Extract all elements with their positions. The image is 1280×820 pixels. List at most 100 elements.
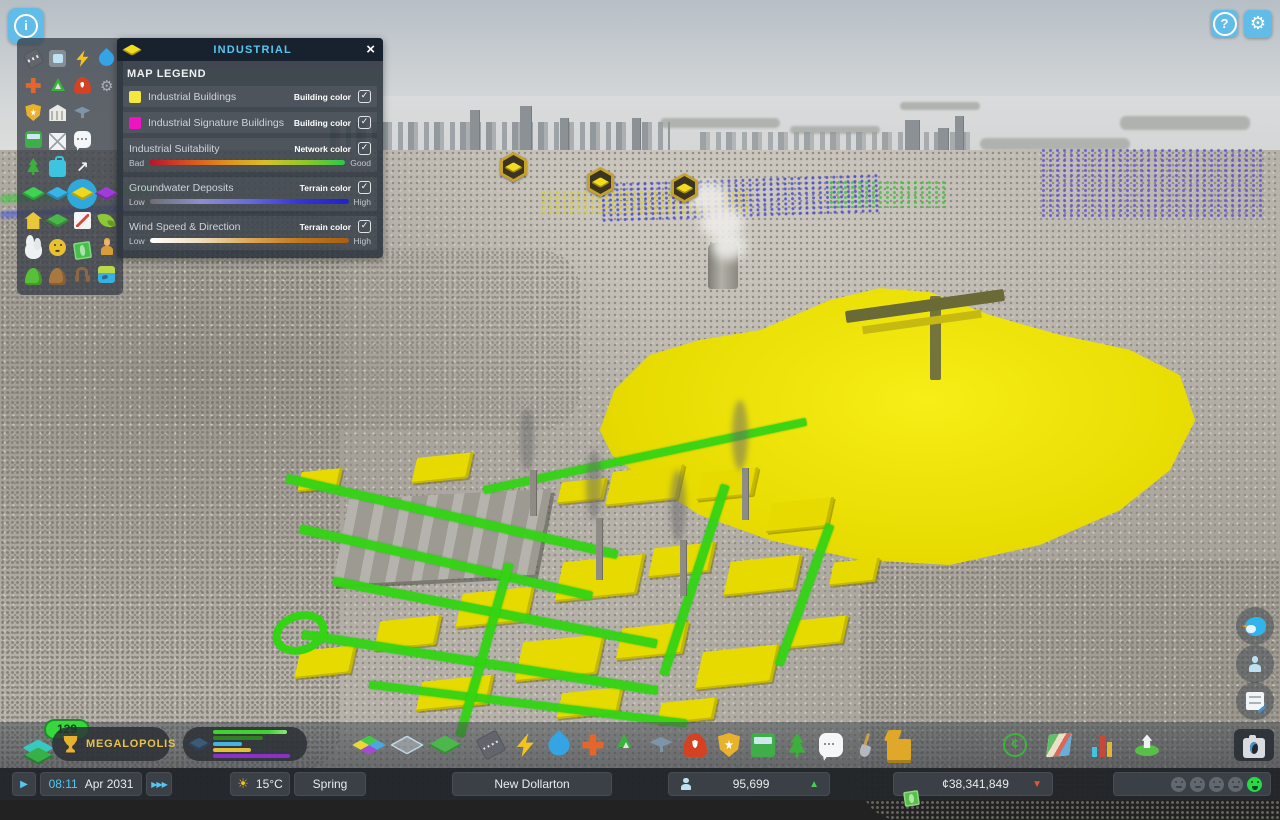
infoview-water[interactable]: [95, 47, 119, 71]
infoview-communications[interactable]: [70, 128, 94, 152]
toolbar-transportation[interactable]: [746, 725, 780, 765]
infoview-routes[interactable]: ↗: [70, 155, 94, 179]
infoview-ore-map[interactable]: [95, 182, 119, 206]
infoview-tourism[interactable]: [46, 155, 70, 179]
medical-cross-icon: [25, 77, 42, 94]
toolbar-landscaping[interactable]: [848, 725, 882, 765]
city-name-display[interactable]: New Dollarton: [452, 772, 612, 796]
infoview-transportation[interactable]: [21, 128, 45, 152]
road-icon: [476, 730, 507, 761]
zoning-group: [352, 722, 462, 768]
citizen-info-button[interactable]: [1236, 645, 1274, 683]
checkbox[interactable]: ✓: [358, 220, 371, 233]
toolbar-map-tiles[interactable]: [1042, 725, 1076, 765]
speed-button[interactable]: ▶▶▶: [146, 772, 172, 796]
infoview-economy[interactable]: [70, 209, 94, 233]
infoview-water-map[interactable]: [46, 182, 70, 206]
play-button[interactable]: ▶: [12, 772, 36, 796]
checkbox[interactable]: ✓: [358, 181, 371, 194]
infoview-happiness[interactable]: [46, 236, 70, 260]
infoview-education[interactable]: [70, 101, 94, 125]
infoview-industrial-map[interactable]: [70, 182, 94, 206]
industrial-area-marker-3[interactable]: [671, 173, 698, 203]
infoview-pollution[interactable]: [21, 236, 45, 260]
bulldozer-icon: [887, 739, 911, 763]
money-display[interactable]: ¢38,341,849 ▼: [893, 772, 1053, 796]
toolbar-roads[interactable]: [474, 725, 508, 765]
suitability-gradient: [149, 160, 345, 165]
island: [1120, 116, 1250, 130]
infoview-finances[interactable]: [70, 236, 94, 260]
toolbar-water[interactable]: [542, 725, 576, 765]
toolbar-education[interactable]: [644, 725, 678, 765]
infoview-soil[interactable]: [46, 263, 70, 287]
time-date-display[interactable]: 08:11 Apr 2031: [40, 772, 142, 796]
infoview-vegetation-map[interactable]: [21, 182, 45, 206]
chirper-button[interactable]: [1236, 607, 1274, 645]
temperature-display[interactable]: ☀ 15°C: [230, 772, 290, 796]
infoview-healthcare[interactable]: [21, 74, 45, 98]
demand-bar-industrial: [213, 748, 251, 752]
toolbar-districts[interactable]: [428, 725, 462, 765]
infoview-noise[interactable]: [70, 263, 94, 287]
legend-header[interactable]: INDUSTRIAL ×: [117, 38, 383, 61]
infoview-electricity[interactable]: [70, 47, 94, 71]
transit-screen-icon: [49, 50, 66, 67]
map-layer-icon: [46, 187, 70, 200]
zoning-demand-meter[interactable]: [183, 727, 307, 761]
infoview-workers[interactable]: [95, 236, 119, 260]
infoview-roads[interactable]: [21, 47, 45, 71]
toolbar-zoning[interactable]: [352, 725, 386, 765]
close-icon[interactable]: ×: [366, 42, 375, 57]
game-screen: { "colors": {"accent_cyan": "#56c8f0", "…: [0, 0, 1280, 800]
smiley-icon: [49, 239, 66, 256]
legend-row-signature-buildings: Industrial Signature Buildings Building …: [123, 112, 377, 133]
toolbar-demolish[interactable]: [882, 725, 916, 765]
toolbar-statistics[interactable]: [1086, 725, 1120, 765]
infoview-police[interactable]: [21, 101, 45, 125]
toolbar-production[interactable]: [998, 725, 1032, 765]
industrial-area-marker-1[interactable]: [500, 152, 527, 182]
infoview-greenery[interactable]: [95, 209, 119, 233]
toolbar-electricity[interactable]: [508, 725, 542, 765]
season-name: Spring: [313, 777, 348, 791]
toolbar-garbage[interactable]: [610, 725, 644, 765]
milestone-badge[interactable]: MEGALOPOLIS: [52, 727, 170, 761]
fire-helmet-icon: [683, 733, 707, 757]
factory-building: [332, 489, 551, 585]
infoview-fishing[interactable]: [95, 263, 119, 287]
happiness-display[interactable]: [1113, 772, 1271, 796]
toolbar-communications[interactable]: [814, 725, 848, 765]
infoview-land-value[interactable]: [46, 209, 70, 233]
journal-button[interactable]: [1236, 682, 1274, 720]
happiness-step-2: [1190, 777, 1205, 792]
infoview-mail[interactable]: [46, 128, 70, 152]
legend-row-industrial-buildings: Industrial Buildings Building color ✓: [123, 86, 377, 107]
settings-button[interactable]: ⚙: [1244, 10, 1272, 38]
toolbar-healthcare[interactable]: [576, 725, 610, 765]
checkbox[interactable]: ✓: [358, 90, 371, 103]
toolbar-fire-rescue[interactable]: [678, 725, 712, 765]
industrial-area-marker-2[interactable]: [587, 167, 614, 197]
groundwater-gradient: [150, 199, 349, 204]
season-display[interactable]: Spring: [294, 772, 366, 796]
infoview-maintenance[interactable]: ⚙: [95, 74, 119, 98]
toolbar-progression[interactable]: [1130, 725, 1164, 765]
infoview-fire[interactable]: [70, 74, 94, 98]
infoview-transit[interactable]: [46, 47, 70, 71]
infoview-natural-resources[interactable]: [21, 263, 45, 287]
photo-mode-button[interactable]: [1234, 729, 1274, 761]
infoview-residential[interactable]: [21, 209, 45, 233]
bar-chart-icon: [1091, 733, 1115, 757]
toolbar-police[interactable]: [712, 725, 746, 765]
checkbox[interactable]: ✓: [358, 116, 371, 129]
toolbar-parks-recreation[interactable]: [780, 725, 814, 765]
population-display[interactable]: 95,699 ▲: [668, 772, 830, 796]
checkbox[interactable]: ✓: [358, 142, 371, 155]
infoview-parks[interactable]: [21, 155, 45, 179]
infoview-administration[interactable]: [46, 101, 70, 125]
toolbar-areas[interactable]: [390, 725, 424, 765]
help-button[interactable]: ?: [1211, 10, 1238, 37]
infoview-garbage[interactable]: [46, 74, 70, 98]
chimney: [742, 468, 748, 520]
